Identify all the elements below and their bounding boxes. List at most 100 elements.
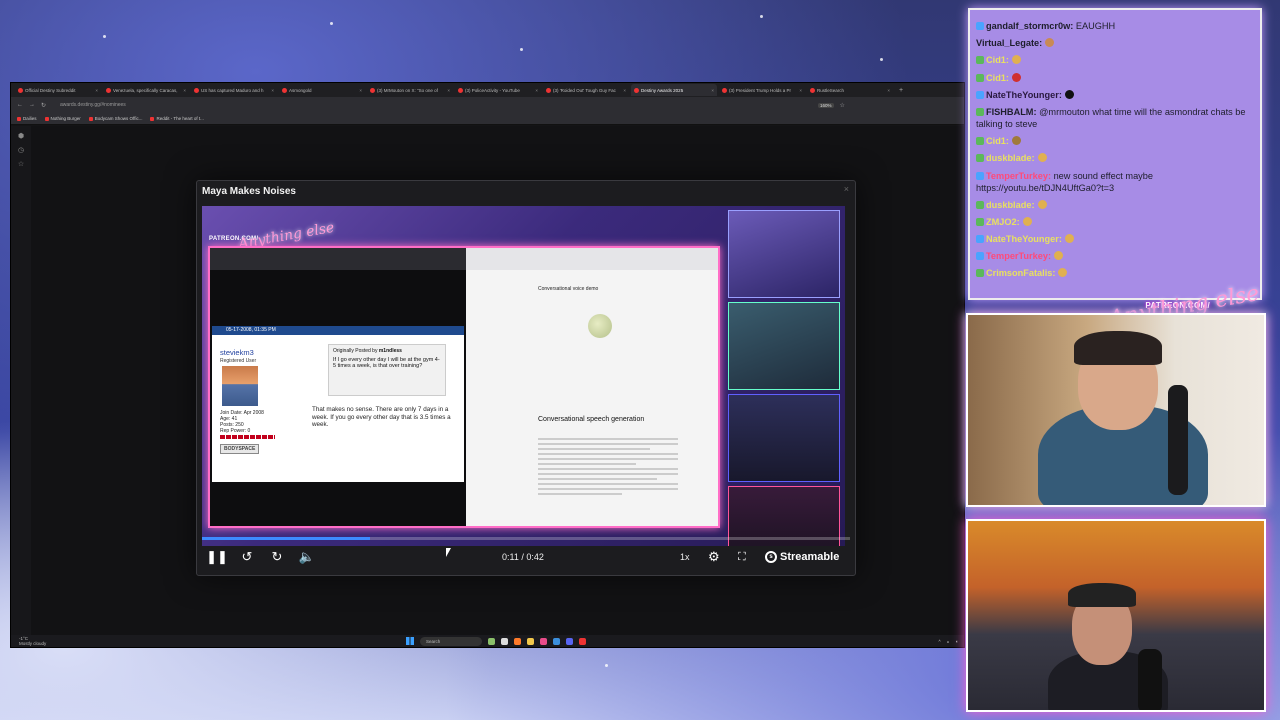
chat-emote-icon bbox=[1022, 216, 1032, 226]
close-icon[interactable]: × bbox=[183, 88, 186, 93]
fullscreen-icon[interactable]: ⛶ bbox=[738, 551, 746, 564]
wallpaper-star bbox=[880, 58, 883, 61]
browser-tab[interactable]: Official Destiny Subreddit × bbox=[15, 84, 101, 96]
firefox-icon[interactable] bbox=[514, 637, 521, 645]
close-icon[interactable]: × bbox=[799, 88, 802, 93]
chat-username[interactable]: CrimsonFatalis: bbox=[986, 268, 1055, 278]
bookmark-item[interactable]: Reddit - The heart of t... bbox=[150, 116, 204, 121]
browser-tab[interactable]: (3) 'Roided Out' Tough Guy Fac × bbox=[543, 84, 629, 96]
captured-screen: 05-17-2008, 01:35 PM steviekm3 Registere… bbox=[208, 246, 720, 528]
bookmark-item[interactable]: Dailies bbox=[17, 116, 37, 121]
video-modal: Maya Makes Noises × PATREON.COM/ Anythin… bbox=[196, 180, 856, 576]
video-controls: ❚❚ ↺ ↻ 🔈 0:11 / 0:42 1x ⚙ ⛶ s Streamable bbox=[202, 543, 850, 571]
wallpaper-star bbox=[330, 22, 333, 25]
browser-tab[interactable]: (3) MrMouton on X: "So one of × bbox=[367, 84, 453, 96]
close-icon[interactable]: × bbox=[447, 88, 450, 93]
microphone bbox=[1138, 649, 1162, 710]
app-icon[interactable] bbox=[579, 637, 586, 645]
close-icon[interactable]: × bbox=[95, 88, 98, 93]
bookmark-favicon-icon bbox=[44, 116, 49, 121]
extensions-icon[interactable]: ⬢ bbox=[11, 132, 31, 140]
history-icon[interactable]: ◷ bbox=[11, 146, 31, 154]
gear-icon[interactable]: ⚙ bbox=[708, 549, 720, 565]
url-field[interactable]: awards.destiny.gg/#nominees bbox=[52, 100, 812, 110]
streamable-logo[interactable]: s Streamable bbox=[765, 551, 839, 563]
close-icon[interactable]: × bbox=[711, 88, 714, 93]
tab-label: Destiny Awards 2025 bbox=[641, 87, 684, 93]
streamable-icon: s bbox=[765, 551, 777, 563]
close-icon[interactable]: × bbox=[535, 88, 538, 93]
app-icon[interactable] bbox=[540, 637, 547, 645]
bookmarks-bar: Dailies Nothing Burger Bodycam Shows Offic… bbox=[11, 113, 964, 125]
chat-username[interactable]: NateTheYounger: bbox=[986, 90, 1062, 100]
chat-username[interactable]: TemperTurkey: bbox=[986, 251, 1051, 261]
volume-icon[interactable]: ◖ bbox=[955, 639, 958, 644]
pause-icon[interactable]: ❚❚ bbox=[202, 549, 232, 565]
browser-tab[interactable]: US has captured Maduro and h × bbox=[191, 84, 277, 96]
bookmark-item[interactable]: Nothing Burger bbox=[44, 116, 81, 121]
weather-widget[interactable]: -1°C Mostly cloudy bbox=[19, 636, 46, 646]
close-icon[interactable]: × bbox=[359, 88, 362, 93]
overlay-cam-thumb bbox=[728, 394, 840, 482]
widget-icon[interactable] bbox=[488, 637, 495, 645]
forward-icon[interactable]: → bbox=[29, 102, 35, 108]
video-progress-bar[interactable] bbox=[202, 537, 850, 540]
chat-badge-icon bbox=[976, 171, 984, 180]
new-tab-button[interactable]: + bbox=[895, 87, 907, 94]
chat-panel: gandalf_stormcr0w: EAUGHH Virtual_Legate:… bbox=[968, 8, 1262, 300]
browser-tab[interactable]: Venezuela, specifically Caracas, × bbox=[103, 84, 189, 96]
system-tray: ^ ◒ ◖ bbox=[938, 639, 958, 644]
close-icon[interactable]: × bbox=[271, 88, 274, 93]
volume-icon[interactable]: 🔈 bbox=[292, 549, 322, 565]
playback-speed[interactable]: 1x bbox=[680, 552, 690, 562]
chat-username[interactable]: duskblade: bbox=[986, 200, 1035, 210]
chat-username[interactable]: FISHBALM: bbox=[986, 107, 1037, 117]
network-icon[interactable]: ◒ bbox=[947, 639, 950, 644]
close-icon[interactable]: × bbox=[887, 88, 890, 93]
microphone bbox=[1168, 385, 1188, 495]
reload-icon[interactable]: ↻ bbox=[41, 102, 46, 109]
tab-label: (3) 'Roided Out' Tough Guy Fac bbox=[553, 87, 616, 93]
chevron-up-icon[interactable]: ^ bbox=[938, 639, 940, 644]
video-player[interactable]: PATREON.COM/ Anything else 05-17-2008, 0… bbox=[202, 206, 845, 546]
taskbar-search[interactable]: Search bbox=[420, 636, 482, 646]
captured-right-pane: Conversational voice demo Conversational… bbox=[466, 248, 718, 526]
tab-favicon-icon bbox=[634, 87, 639, 93]
bookmark-star-icon[interactable]: ☆ bbox=[840, 102, 845, 109]
chat-username[interactable]: Cid1: bbox=[986, 55, 1009, 65]
browser-tab[interactable]: RustleSearch × bbox=[807, 84, 893, 96]
chat-username[interactable]: TemperTurkey: bbox=[986, 171, 1051, 181]
tab-label: US has captured Maduro and h bbox=[201, 87, 264, 93]
steam-icon[interactable] bbox=[553, 637, 560, 645]
rewind-icon[interactable]: ↺ bbox=[232, 549, 262, 565]
chat-message: Cid1: bbox=[976, 72, 1254, 84]
webcam-guest bbox=[966, 519, 1266, 712]
browser-tab[interactable]: (3) President Trump Holds a Pr × bbox=[719, 84, 805, 96]
back-icon[interactable]: ← bbox=[17, 102, 23, 108]
favorites-icon[interactable]: ☆ bbox=[11, 160, 31, 168]
tab-label: Official Destiny Subreddit bbox=[25, 87, 76, 93]
chat-username[interactable]: Virtual_Legate: bbox=[976, 38, 1042, 48]
browser-tab[interactable]: Asmongold × bbox=[279, 84, 365, 96]
quote-box: Originally Posted by m1ndless If I go ev… bbox=[328, 344, 446, 396]
close-icon[interactable]: × bbox=[844, 184, 849, 194]
bookmark-item[interactable]: Bodycam Shows Offic... bbox=[88, 116, 142, 121]
browser-tab[interactable]: Destiny Awards 2025 × bbox=[631, 84, 717, 96]
chat-username[interactable]: NateTheYounger: bbox=[986, 234, 1062, 244]
chat-username[interactable]: Cid1: bbox=[986, 136, 1009, 146]
chat-username[interactable]: duskblade: bbox=[986, 153, 1035, 163]
forward-icon[interactable]: ↻ bbox=[262, 549, 292, 565]
chat-username[interactable]: ZMJO2: bbox=[986, 217, 1020, 227]
chat-username[interactable]: Cid1: bbox=[986, 73, 1009, 83]
chat-emote-icon bbox=[1011, 55, 1021, 65]
chat-message: NateTheYounger: bbox=[976, 89, 1254, 101]
chat-emote-icon bbox=[1011, 136, 1021, 146]
zoom-badge[interactable]: 160% bbox=[818, 102, 834, 108]
browser-tab[interactable]: (3) PoliceActivity - YouTube × bbox=[455, 84, 541, 96]
chat-username[interactable]: gandalf_stormcr0w: bbox=[986, 21, 1073, 31]
close-icon[interactable]: × bbox=[623, 88, 626, 93]
windows-start-icon[interactable] bbox=[406, 637, 414, 645]
discord-icon[interactable] bbox=[566, 637, 573, 645]
folder-icon[interactable] bbox=[527, 637, 534, 645]
task-view-icon[interactable] bbox=[501, 637, 508, 645]
